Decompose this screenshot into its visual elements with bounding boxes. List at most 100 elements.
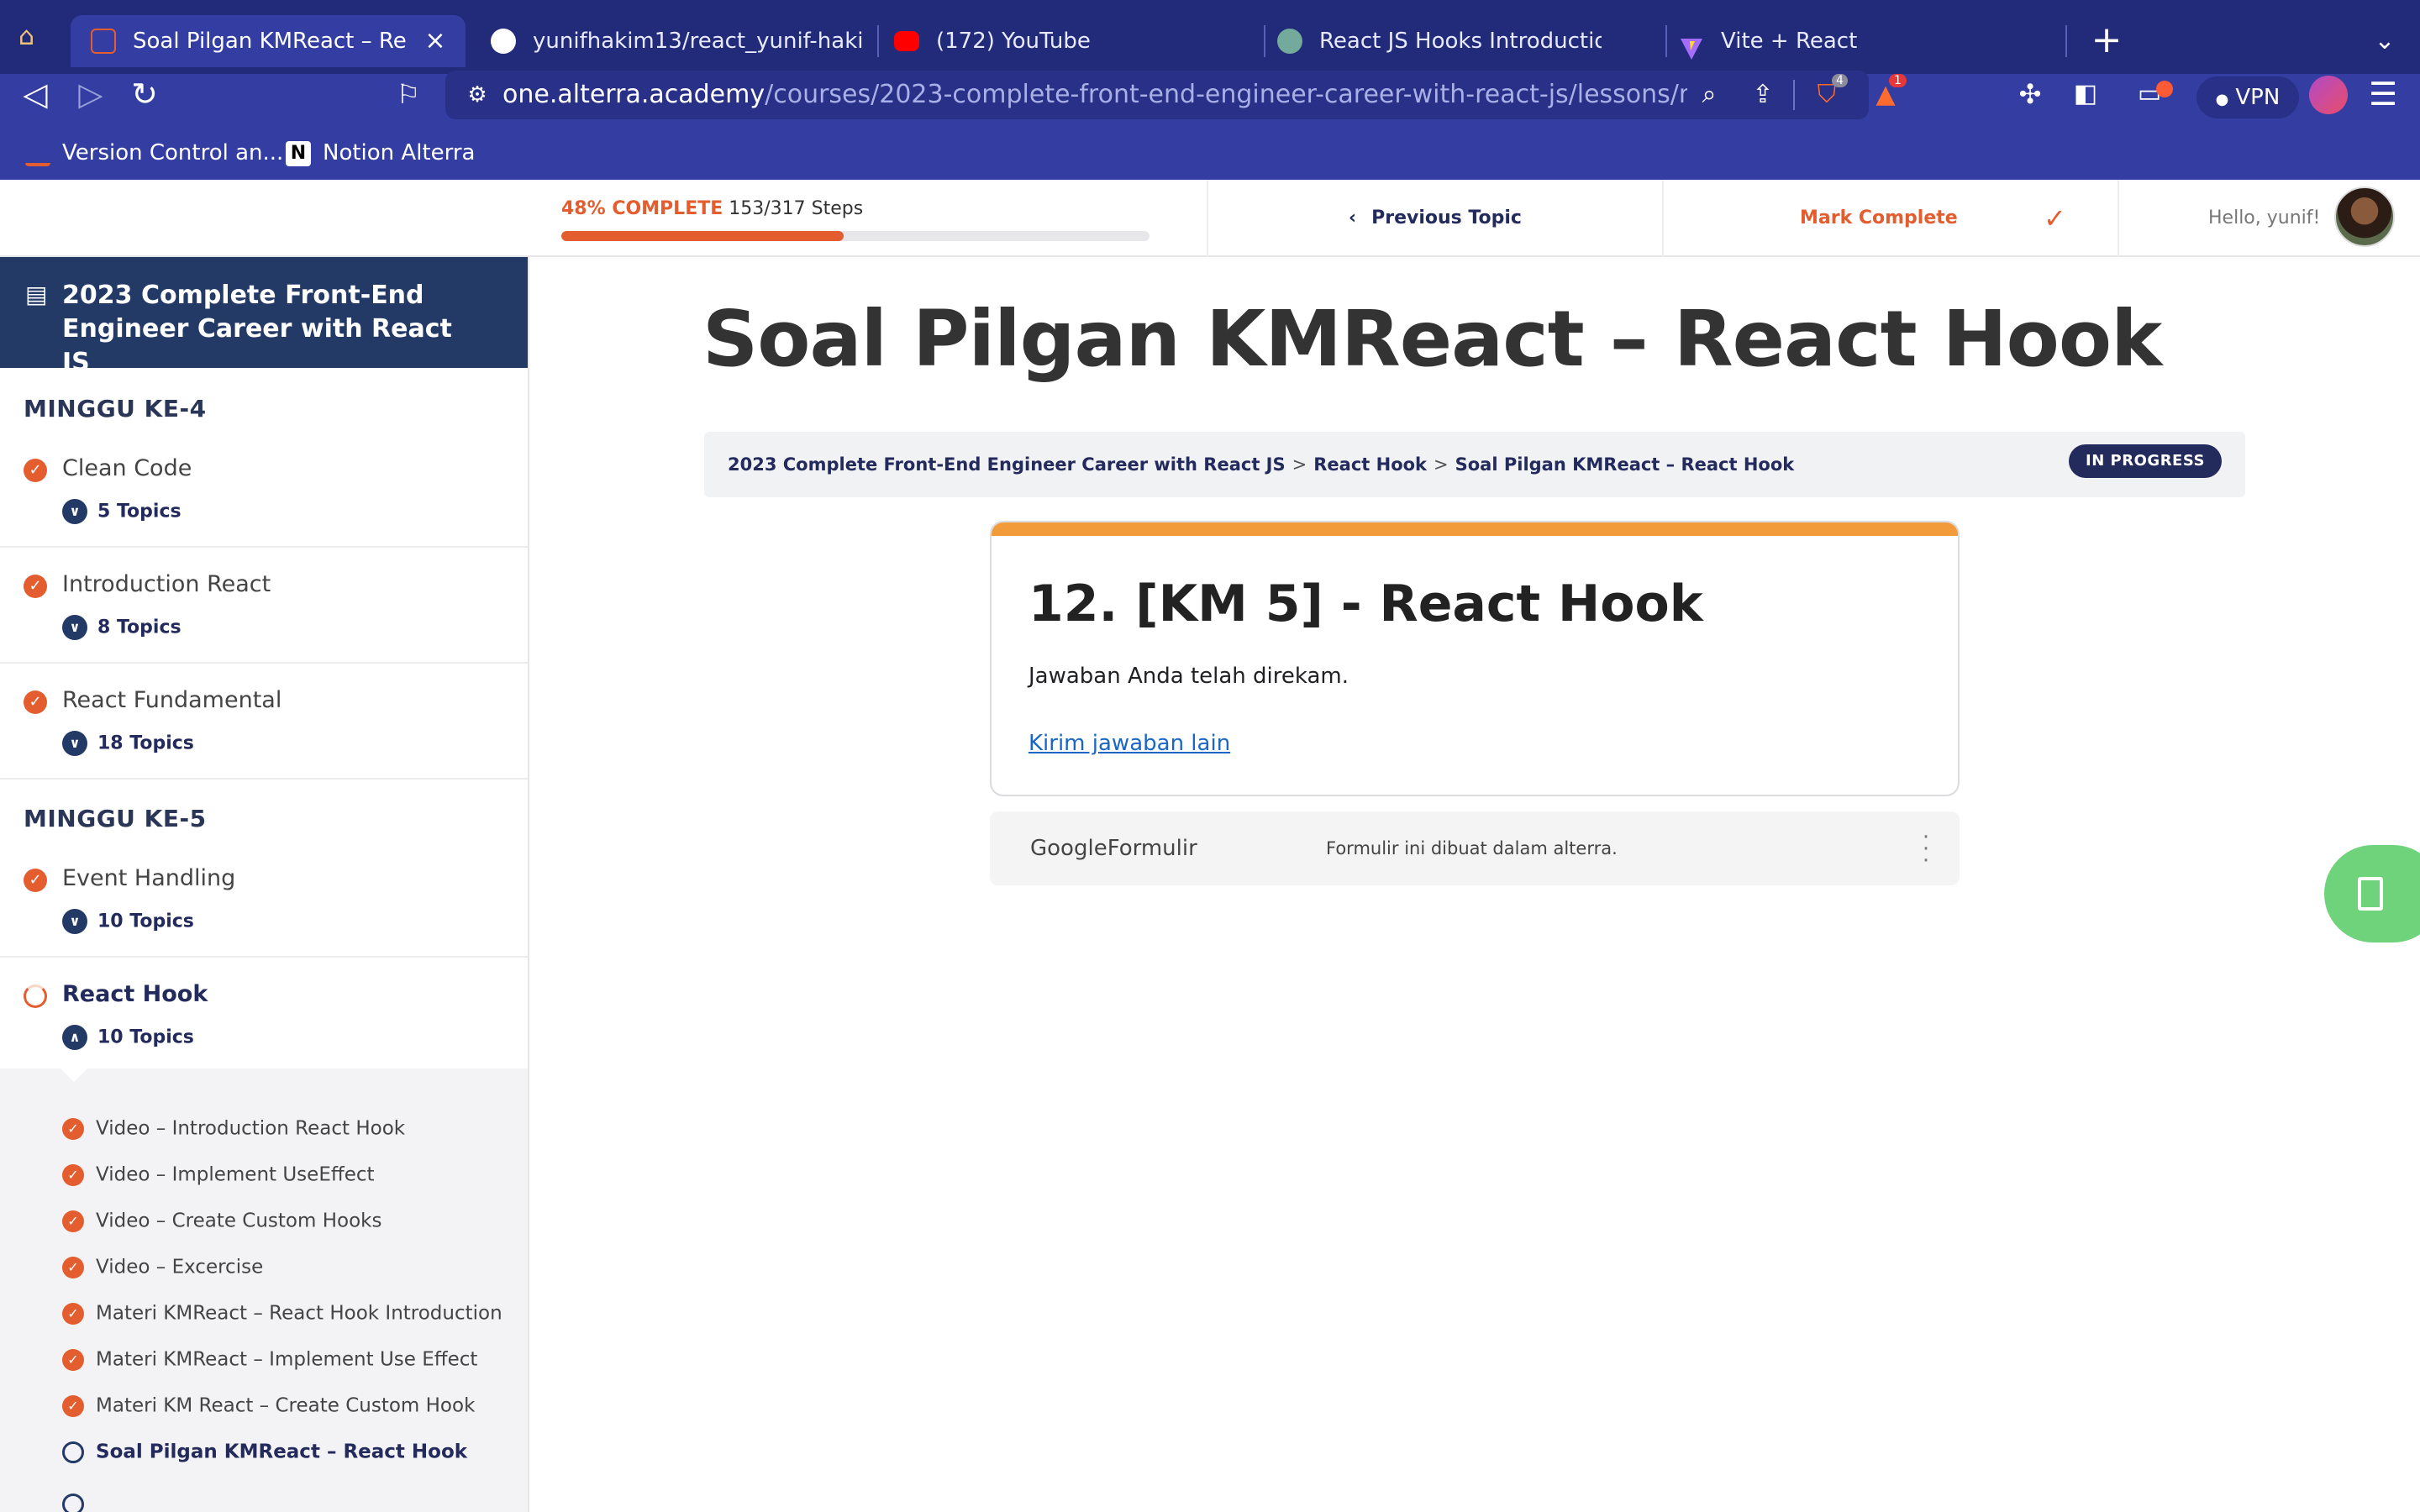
lesson-clean-code[interactable]: ✓ Clean Code ∨ 5 Topics	[0, 432, 528, 548]
home-icon[interactable]: ⌂	[18, 22, 49, 52]
chevron-down-icon: ∨	[62, 731, 87, 756]
lesson-name: React Hook	[62, 981, 208, 1007]
lesson-topics-toggle[interactable]: ∨ 8 Topics	[62, 615, 182, 640]
notion-icon: N	[286, 140, 311, 166]
mark-complete-button[interactable]: Mark Complete ✓	[1664, 180, 2118, 257]
breadcrumb-course[interactable]: 2023 Complete Front-End Engineer Career …	[728, 454, 1286, 475]
empty-circle-icon	[62, 1441, 84, 1463]
menu-icon[interactable]: ☰	[2363, 74, 2403, 114]
check-circle-icon: ✓	[62, 1256, 84, 1278]
breadcrumb-topic[interactable]: Soal Pilgan KMReact – React Hook	[1455, 454, 1795, 475]
previous-topic-button[interactable]: ‹ Previous Topic	[1208, 180, 1662, 257]
share-icon[interactable]: ⇪	[1743, 75, 1783, 115]
lesson-introduction-react[interactable]: ✓ Introduction React ∨ 8 Topics	[0, 548, 528, 664]
course-progress: 48% COMPLETE 153/317 Steps	[561, 198, 1150, 241]
form-confirmation: Jawaban Anda telah direkam.	[1028, 664, 1349, 689]
tab-vite[interactable]: Vite + React	[1659, 15, 2062, 67]
lesson-react-hook[interactable]: React Hook ∧ 10 Topics	[0, 958, 528, 1074]
lesson-event-handling[interactable]: ✓ Event Handling ∨ 10 Topics	[0, 842, 528, 958]
url-text[interactable]: one.alterra.academy/courses/2023-complet…	[502, 71, 1687, 119]
topic-item[interactable]: ✓ Video – Excercise	[62, 1256, 263, 1289]
check-circle-icon: ✓	[62, 1117, 84, 1140]
week-heading: MINGGU KE-4	[24, 395, 207, 423]
tab-list-icon[interactable]: ⌄	[2366, 15, 2403, 67]
panel-notch	[59, 1067, 89, 1082]
topic-list: ✓ Video – Introduction React Hook ✓ Video …	[0, 1067, 528, 1512]
zoom-icon[interactable]: ⌕	[1689, 75, 1729, 115]
url-divider	[1793, 80, 1795, 110]
bookmark-version-control[interactable]: Version Control an...	[25, 126, 283, 180]
form-footer: GoogleFormulir Formulir ini dibuat dalam…	[990, 811, 1960, 885]
check-circle-icon: ✓	[62, 1210, 84, 1232]
status-badge: IN PROGRESS	[2069, 444, 2222, 478]
topic-item[interactable]: ✓ Materi KMReact – React Hook Introductio…	[62, 1302, 502, 1336]
site-settings-icon[interactable]: ⚙	[457, 75, 497, 115]
breadcrumb-trail: 2023 Complete Front-End Engineer Career …	[728, 432, 1794, 497]
course-sidebar: ▤ 2023 Complete Front-End Engineer Caree…	[0, 257, 529, 1512]
week-heading: MINGGU KE-5	[24, 805, 207, 832]
google-form-card: 12. [KM 5] - React Hook Jawaban Anda tel…	[990, 521, 1960, 796]
form-footer-note: Formulir ini dibuat dalam alterra.	[1326, 838, 1618, 858]
lesson-name: React Fundamental	[62, 687, 282, 713]
vite-icon	[1679, 29, 1704, 60]
chatgpt-icon	[1277, 29, 1302, 54]
course-title: 2023 Complete Front-End Engineer Career …	[62, 281, 452, 377]
course-title-block[interactable]: ▤ 2023 Complete Front-End Engineer Caree…	[0, 257, 528, 377]
topic-item[interactable]: ✓ Video – Implement UseEffect	[62, 1163, 375, 1197]
check-circle-icon: ✓	[24, 690, 47, 714]
lesson-react-fundamental[interactable]: ✓ React Fundamental ∨ 18 Topics	[0, 664, 528, 780]
topic-item[interactable]: ✓ Materi KMReact – Implement Use Effect	[62, 1348, 477, 1382]
google-forms-logo[interactable]: GoogleFormulir	[1030, 811, 1197, 885]
topic-item-clipped[interactable]	[62, 1494, 314, 1512]
more-options-icon[interactable]: · · ·	[1918, 827, 1934, 872]
chevron-down-icon: ∨	[62, 499, 87, 524]
checkmark-icon: ✓	[2044, 202, 2066, 234]
avatar[interactable]	[2334, 186, 2395, 247]
topic-item-current[interactable]: Soal Pilgan KMReact – React Hook	[62, 1441, 467, 1474]
extensions-icon[interactable]: ✣	[2010, 74, 2050, 114]
tab-title: Soal Pilgan KMReact – React Hook	[133, 29, 407, 54]
tab-bar: ⌂ Soal Pilgan KMReact – React Hook × yun…	[0, 0, 2420, 74]
progress-label: 48% COMPLETE 153/317 Steps	[561, 198, 864, 219]
bookmark-notion-alterra[interactable]: N Notion Alterra	[286, 126, 475, 180]
back-icon[interactable]: ◁	[15, 74, 55, 114]
check-circle-icon: ✓	[62, 1302, 84, 1325]
floating-notes-button[interactable]	[2324, 845, 2420, 942]
header-divider	[2118, 180, 2119, 257]
progress-fill	[561, 231, 844, 241]
bookmark-favicon-icon	[25, 140, 50, 166]
bookmark-icon[interactable]: ⚐	[388, 74, 429, 114]
lesson-topics-toggle[interactable]: ∨ 5 Topics	[62, 499, 182, 524]
alert-count-badge: 1	[1889, 74, 1907, 87]
topic-item[interactable]: ✓ Video – Create Custom Hooks	[62, 1210, 381, 1243]
tab-title: Vite + React	[1721, 29, 1858, 54]
vpn-button[interactable]: ● VPN	[2196, 76, 2299, 118]
lesson-topics-toggle[interactable]: ∧ 10 Topics	[62, 1025, 194, 1050]
reload-icon[interactable]: ↻	[124, 74, 165, 114]
address-bar[interactable]: ⚙ one.alterra.academy/courses/2023-compl…	[445, 71, 1907, 119]
tab-active[interactable]: Soal Pilgan KMReact – React Hook ×	[71, 15, 466, 67]
tab-youtube[interactable]: (172) YouTube	[874, 15, 1269, 67]
tab-github[interactable]: yunifhakim13/react_yunif-hakim: Pe	[471, 15, 874, 67]
topic-item[interactable]: ✓ Materi KM React – Create Custom Hook	[62, 1394, 475, 1428]
document-icon: ▤	[25, 281, 48, 308]
page-title: Soal Pilgan KMReact – React Hook	[702, 294, 2162, 384]
close-tab-icon[interactable]: ×	[418, 15, 452, 67]
sidebar-toggle-icon[interactable]: ◧	[2065, 74, 2106, 114]
lesson-name: Clean Code	[62, 455, 192, 481]
profile-icon[interactable]	[2309, 76, 2348, 114]
tab-chatgpt[interactable]: React JS Hooks Introduction	[1257, 15, 1660, 67]
lesson-topics-toggle[interactable]: ∨ 18 Topics	[62, 731, 194, 756]
github-icon	[491, 29, 516, 54]
notebook-icon	[2358, 877, 2383, 911]
topic-item[interactable]: ✓ Video – Introduction React Hook	[62, 1117, 405, 1151]
lesson-topics-toggle[interactable]: ∨ 10 Topics	[62, 909, 194, 934]
forward-icon[interactable]: ▷	[71, 74, 111, 114]
submit-another-link[interactable]: Kirim jawaban lain	[1028, 731, 1230, 756]
new-tab-button[interactable]: +	[2084, 15, 2129, 67]
lesson-name: Event Handling	[62, 865, 236, 891]
bookmarks-bar: Version Control an... N Notion Alterra	[0, 126, 2420, 180]
breadcrumb-lesson[interactable]: React Hook	[1313, 454, 1427, 475]
chevron-down-icon: ∨	[62, 909, 87, 934]
check-circle-icon: ✓	[62, 1348, 84, 1371]
